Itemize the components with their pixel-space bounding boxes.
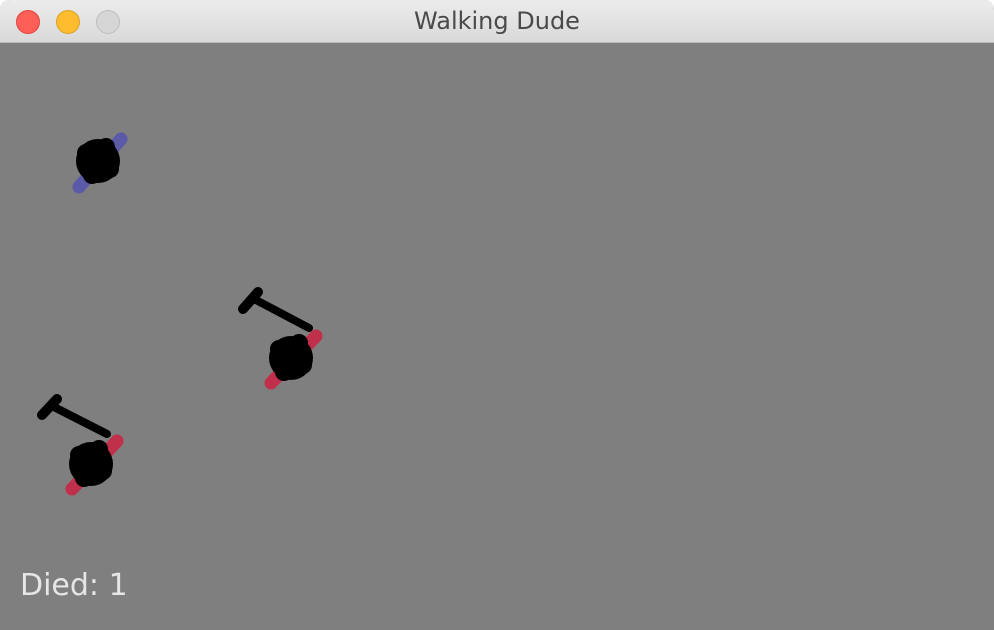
hammer-head (238, 287, 263, 314)
died-counter: Died: 1 (20, 568, 128, 603)
enemy-character (37, 394, 124, 496)
hammer-head (37, 394, 62, 420)
game-canvas[interactable]: Died: 1 (0, 43, 994, 630)
hammer-handle (50, 403, 111, 438)
player-character (72, 132, 128, 194)
hammer-handle (252, 296, 313, 332)
window-title: Walking Dude (414, 7, 580, 35)
game-scene (37, 132, 323, 496)
enemy-character (238, 287, 323, 390)
app-window: Walking Dude Died: 1 (0, 0, 994, 630)
title-bar[interactable]: Walking Dude (0, 0, 994, 43)
